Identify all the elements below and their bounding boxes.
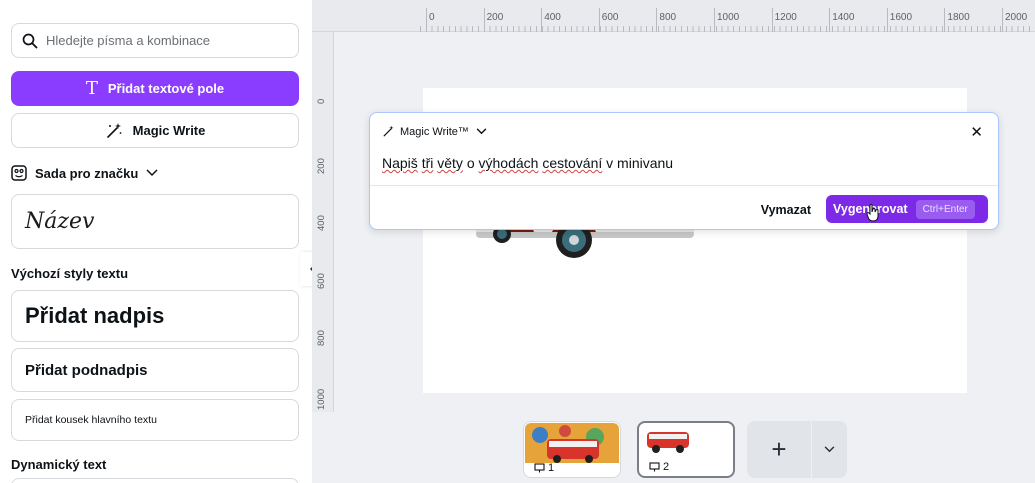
- text-icon: T: [85, 78, 98, 99]
- brand-title-sample: Název: [25, 209, 95, 234]
- ruler-minor-ticks: [420, 26, 1030, 32]
- page-number: 2: [649, 461, 669, 473]
- brand-kit-dropdown[interactable]: Sada pro značku: [11, 163, 158, 183]
- add-page-button[interactable]: +: [747, 421, 811, 478]
- close-icon[interactable]: ✕: [970, 123, 983, 141]
- search-icon: [22, 33, 38, 48]
- magic-wand-icon: [383, 125, 394, 137]
- prompt-word: cestování: [542, 155, 603, 171]
- clear-button[interactable]: Vymazat: [761, 203, 811, 217]
- ruler-tick-label: 1000: [316, 388, 327, 410]
- ruler-tick-label: 1600: [886, 8, 913, 32]
- prompt-word: tři: [421, 155, 434, 171]
- ruler-tick-label: 2000: [1001, 8, 1028, 32]
- ruler-tick-label: 800: [316, 330, 327, 347]
- add-page-options-button[interactable]: [812, 421, 847, 478]
- divider: [370, 185, 998, 186]
- chevron-down-icon: [824, 446, 835, 453]
- prompt-word: výhodách: [478, 155, 539, 171]
- thumbnail-image: [525, 423, 619, 463]
- ruler-tick-label: 1000: [713, 8, 740, 32]
- prompt-word: Napiš: [382, 155, 418, 171]
- magic-write-label: Magic Write: [132, 123, 206, 138]
- ruler-tick-label: 200: [483, 8, 504, 32]
- ruler-tick-label: 1200: [771, 8, 797, 32]
- generate-button[interactable]: Vygenerovat Ctrl+Enter: [826, 195, 988, 223]
- ruler-tick-label: 0: [426, 8, 435, 32]
- magic-wand-icon: [106, 122, 122, 138]
- ruler-tick-label: 800: [656, 8, 677, 32]
- ruler-tick-label: 600: [598, 8, 619, 32]
- add-subheading-label: Přidat podnadpis: [25, 361, 148, 379]
- chevron-down-icon: [476, 128, 487, 135]
- magic-write-prompt-input[interactable]: Napiš tři věty o výhodách cestování v mi…: [382, 155, 673, 171]
- brand-kit-label: Sada pro značku: [35, 165, 139, 181]
- add-body-text-label: Přidat kousek hlavního textu: [25, 414, 157, 426]
- magic-write-button[interactable]: Magic Write: [11, 113, 299, 148]
- hand-cursor-icon: [866, 204, 879, 222]
- chevron-down-icon: [146, 169, 158, 177]
- prompt-word: věty: [437, 155, 463, 171]
- ruler-tick-label: 1800: [944, 8, 970, 32]
- page-number: 1: [534, 462, 554, 474]
- add-body-text-button[interactable]: Přidat kousek hlavního textu: [11, 399, 299, 441]
- magic-write-title: Magic Write™: [400, 125, 469, 138]
- search-placeholder: Hledejte písma a kombinace: [46, 33, 211, 48]
- brand-title-style[interactable]: Název: [11, 194, 299, 249]
- presentation-icon: [534, 463, 545, 473]
- default-styles-heading: Výchozí styly textu: [11, 266, 129, 281]
- presentation-icon: [649, 462, 660, 472]
- ruler-tick-label: 0: [316, 98, 327, 104]
- ruler-tick-label: 400: [316, 215, 327, 232]
- add-heading-button[interactable]: Přidat nadpis: [11, 290, 299, 342]
- brand-kit-icon: [11, 165, 27, 181]
- page-thumbnail-2[interactable]: 2: [637, 421, 735, 478]
- font-search-input[interactable]: Hledejte písma a kombinace: [11, 23, 299, 58]
- text-panel: Hledejte písma a kombinace T Přidat text…: [0, 0, 312, 483]
- dynamic-text-card[interactable]: [11, 478, 299, 483]
- dynamic-text-heading: Dynamický text: [11, 457, 107, 472]
- thumbnail-image: [647, 432, 689, 453]
- page-thumbnail-1[interactable]: 1: [523, 421, 621, 478]
- add-text-box-button[interactable]: T Přidat textové pole: [11, 71, 299, 106]
- ruler-tick-label: 200: [316, 157, 327, 174]
- add-text-box-label: Přidat textové pole: [107, 81, 225, 96]
- magic-write-menu[interactable]: Magic Write™: [382, 125, 492, 138]
- ruler-tick-label: 1400: [829, 8, 855, 32]
- magic-write-dialog: Magic Write™ ✕ Napiš tři věty o výhodách…: [369, 112, 999, 230]
- shortcut-hint: Ctrl+Enter: [915, 199, 975, 219]
- ruler-tick-label: 600: [316, 272, 327, 289]
- ruler-tick-label: 400: [541, 8, 561, 32]
- add-heading-label: Přidat nadpis: [25, 303, 165, 328]
- add-subheading-button[interactable]: Přidat podnadpis: [11, 348, 299, 392]
